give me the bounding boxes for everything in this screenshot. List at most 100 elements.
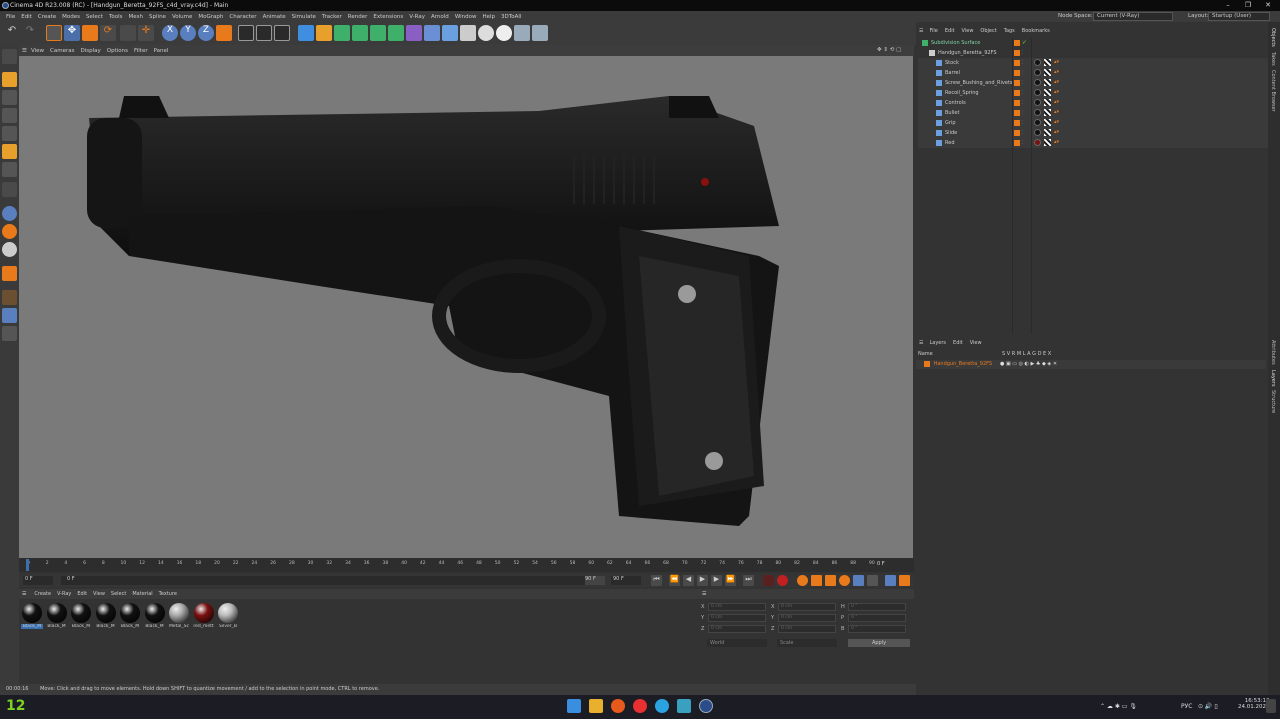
selection-tag-icon[interactable]: ▴▾ bbox=[1054, 89, 1061, 96]
selection-tag-icon[interactable]: ▴▾ bbox=[1054, 79, 1061, 86]
material-tag-icon[interactable] bbox=[1034, 59, 1041, 66]
network-volume-icon[interactable]: ⊙ 🔊 ▯ bbox=[1198, 703, 1218, 710]
solo-icon[interactable] bbox=[2, 290, 17, 305]
viewport-menu-panel[interactable]: Panel bbox=[154, 48, 169, 54]
vray-render-icon[interactable] bbox=[514, 25, 530, 41]
object-name[interactable]: Slide bbox=[945, 130, 957, 136]
material-menu-edit[interactable]: Edit bbox=[77, 591, 87, 597]
visibility-dots-icon[interactable]: ⁚ bbox=[1022, 138, 1023, 148]
interpolation-icon[interactable] bbox=[885, 575, 896, 586]
layer-tag-icon[interactable] bbox=[1014, 90, 1020, 96]
coord-value-field[interactable]: 0 cm bbox=[778, 614, 836, 622]
material-preview[interactable] bbox=[22, 603, 42, 623]
material-swatch[interactable]: Black_M bbox=[119, 603, 141, 629]
material-tag-icon[interactable] bbox=[1034, 79, 1041, 86]
visibility-dots-icon[interactable]: ⁚ bbox=[1022, 98, 1023, 108]
object-menu-bookmarks[interactable]: Bookmarks bbox=[1022, 28, 1050, 34]
snap-settings-icon[interactable] bbox=[2, 224, 17, 239]
model-mode-icon[interactable] bbox=[2, 72, 17, 87]
object-name[interactable]: Controls bbox=[945, 100, 966, 106]
object-menu-icon[interactable]: ☰ bbox=[919, 28, 923, 34]
key-param-icon[interactable] bbox=[839, 575, 850, 586]
close-button[interactable]: ✕ bbox=[1258, 0, 1278, 11]
next-frame-icon[interactable]: ▶ bbox=[711, 575, 722, 586]
material-tag-icon[interactable] bbox=[1034, 109, 1041, 116]
visibility-dots-icon[interactable]: ⁚ bbox=[1022, 118, 1023, 128]
selection-tag-icon[interactable]: ▴▾ bbox=[1054, 59, 1061, 66]
next-key-icon[interactable]: ⏩ bbox=[725, 575, 736, 586]
coord-value-field[interactable]: 0 cm bbox=[708, 614, 766, 622]
layer-menu-view[interactable]: View bbox=[970, 340, 982, 346]
record-disabled-icon[interactable] bbox=[763, 575, 774, 586]
object-name[interactable]: Screw_Bushing_and_Rivets bbox=[945, 80, 1013, 86]
coord-value-field[interactable]: 0 cm bbox=[708, 625, 766, 633]
start-frame-field[interactable]: 0 F bbox=[23, 576, 53, 585]
layer-tag-icon[interactable] bbox=[1014, 110, 1020, 116]
render-settings-icon[interactable] bbox=[274, 25, 290, 41]
layer-tag-icon[interactable] bbox=[1014, 120, 1020, 126]
render-picture-viewer-icon[interactable] bbox=[256, 25, 272, 41]
vray-ipr-icon[interactable] bbox=[532, 25, 548, 41]
visibility-dots-icon[interactable]: ⁚ bbox=[1022, 108, 1023, 118]
z-axis-icon[interactable]: Z bbox=[198, 25, 214, 41]
tab-layers[interactable]: Layers bbox=[1270, 370, 1276, 387]
workplane-icon[interactable] bbox=[2, 242, 17, 257]
layer-menu-layers[interactable]: Layers bbox=[929, 340, 946, 346]
layer-tag-icon[interactable] bbox=[1014, 80, 1020, 86]
paint-icon[interactable] bbox=[2, 326, 17, 341]
layer-tag-icon[interactable] bbox=[1014, 100, 1020, 106]
material-tag-icon[interactable] bbox=[1034, 139, 1041, 146]
viewport-menu-display[interactable]: Display bbox=[80, 48, 100, 54]
go-to-end-icon[interactable]: ⏭ bbox=[743, 575, 754, 586]
apply-button[interactable]: Apply bbox=[848, 639, 910, 647]
maximize-button[interactable]: ❐ bbox=[1238, 0, 1258, 11]
light-icon[interactable] bbox=[478, 25, 494, 41]
snap-icon[interactable] bbox=[2, 206, 17, 221]
viewport-menu-view[interactable]: View bbox=[31, 48, 44, 54]
key-scale-icon[interactable] bbox=[811, 575, 822, 586]
floor-icon[interactable] bbox=[442, 25, 458, 41]
layer-tag-icon[interactable] bbox=[1014, 40, 1020, 46]
visibility-dots-icon[interactable]: ⁚ bbox=[1022, 48, 1023, 58]
material-preview[interactable] bbox=[120, 603, 140, 623]
subdivision-icon[interactable] bbox=[334, 25, 350, 41]
tab-attributes[interactable]: Attributes bbox=[1270, 340, 1276, 365]
clock[interactable]: 16:53:13 24.01.2025 bbox=[1238, 698, 1270, 710]
material-swatch[interactable]: Black_M bbox=[95, 603, 117, 629]
selection-tag-icon[interactable]: ▴▾ bbox=[1054, 109, 1061, 116]
object-menu-object[interactable]: Object bbox=[980, 28, 996, 34]
sculpt-icon[interactable] bbox=[2, 308, 17, 323]
file-explorer-icon[interactable] bbox=[589, 699, 603, 713]
move-tool-icon[interactable]: ✥ bbox=[64, 25, 80, 41]
live-selection-icon[interactable] bbox=[46, 25, 62, 41]
object-row[interactable]: Stock ⁚ ▴▾ bbox=[918, 58, 1268, 68]
uvw-tag-icon[interactable] bbox=[1044, 79, 1051, 86]
make-editable-icon[interactable] bbox=[2, 49, 17, 64]
playhead[interactable] bbox=[26, 559, 29, 571]
undo-icon[interactable]: ↶ bbox=[4, 25, 20, 41]
material-swatch[interactable]: Metal_Sc bbox=[168, 603, 190, 629]
prev-key-icon[interactable]: ⏪ bbox=[669, 575, 680, 586]
uvw-tag-icon[interactable] bbox=[1044, 129, 1051, 136]
timeline-icon[interactable] bbox=[899, 575, 910, 586]
material-swatch[interactable]: red_mett bbox=[193, 603, 215, 629]
record-icon[interactable] bbox=[777, 575, 788, 586]
tab-takes[interactable]: Takes bbox=[1270, 52, 1276, 66]
visibility-dots-icon[interactable]: ⁚ bbox=[1022, 88, 1023, 98]
material-preview[interactable] bbox=[95, 603, 116, 623]
object-row[interactable]: Grip ⁚ ▴▾ bbox=[918, 118, 1268, 128]
material-tag-icon[interactable] bbox=[1034, 129, 1041, 136]
cube-icon[interactable] bbox=[298, 25, 314, 41]
object-row[interactable]: Handgun_Beretta_92FS ⁚ bbox=[918, 48, 1268, 58]
selection-tag-icon[interactable]: ▴▾ bbox=[1054, 139, 1061, 146]
object-name[interactable]: Bullet bbox=[945, 110, 959, 116]
object-name[interactable]: Subdivision Surface bbox=[931, 40, 980, 46]
axis-mode-icon[interactable] bbox=[2, 182, 17, 197]
language-indicator[interactable]: РУС bbox=[1181, 703, 1192, 710]
yandex-icon[interactable] bbox=[633, 699, 647, 713]
material-menu-texture[interactable]: Texture bbox=[159, 591, 177, 597]
viewport-menu-cameras[interactable]: Cameras bbox=[50, 48, 74, 54]
coord-value-field[interactable]: 0 cm bbox=[778, 603, 836, 611]
key-pla-icon[interactable] bbox=[853, 575, 864, 586]
viewport-menu-options[interactable]: Options bbox=[107, 48, 128, 54]
